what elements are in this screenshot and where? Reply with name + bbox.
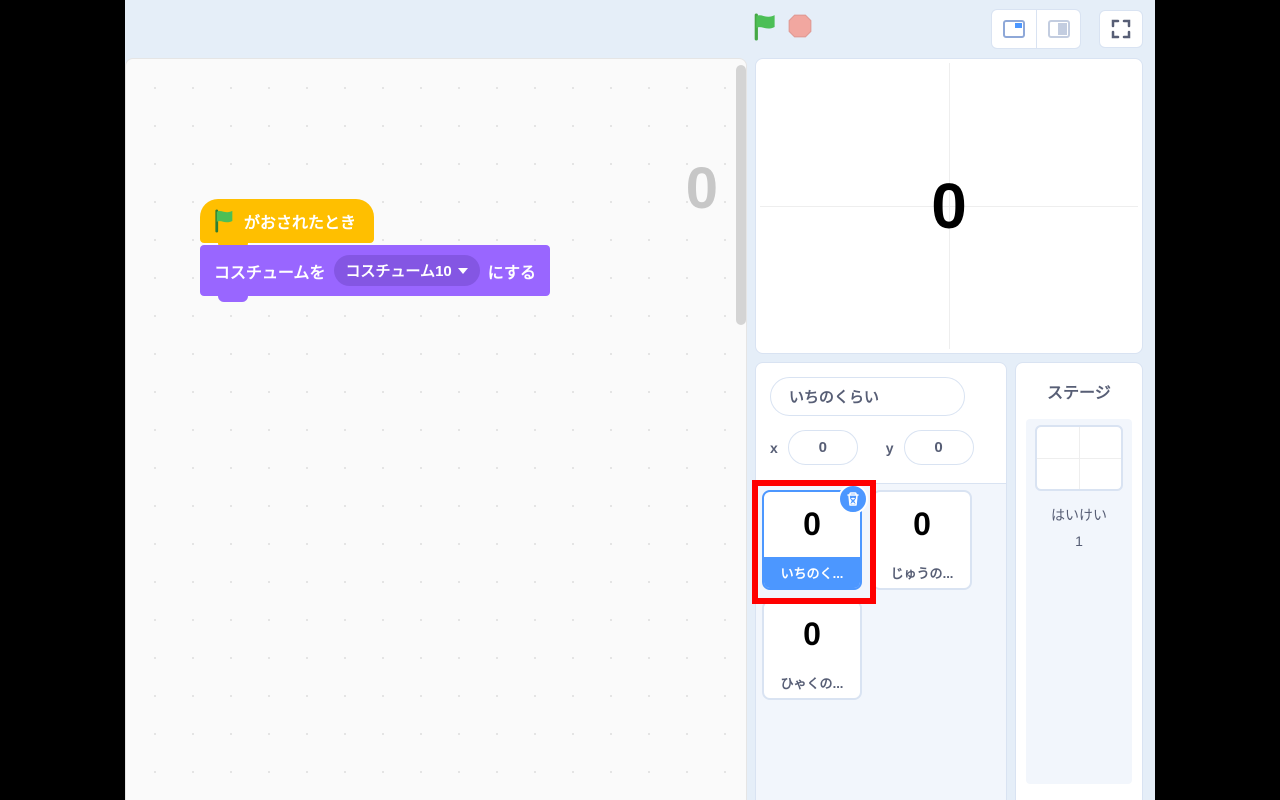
sprite-thumbnail: 0 <box>803 492 821 557</box>
sprite-y-input[interactable] <box>904 430 974 465</box>
sprite-thumbnail: 0 <box>803 602 821 667</box>
backdrop-label: はいけい <box>1051 505 1107 525</box>
sprite-info: x y <box>756 363 1006 484</box>
stage-preview[interactable]: 0 <box>755 58 1143 354</box>
block-text-prefix: コスチュームを <box>214 259 326 283</box>
sprite-list: 0 いちのく... 0 じゅうの... 0 ひゃくの... <box>756 484 1006 800</box>
fullscreen-button[interactable] <box>1099 10 1143 48</box>
topbar <box>125 0 1155 58</box>
sprite-tile-hyakunokurai[interactable]: 0 ひゃくの... <box>762 600 862 700</box>
when-flag-clicked-block[interactable]: がおされたとき <box>200 199 374 243</box>
sprite-thumbnail: 0 <box>913 492 931 557</box>
small-stage-button[interactable] <box>992 10 1036 48</box>
sprite-tile-label: ひゃくの... <box>764 667 860 698</box>
sprite-tile-juunokurai[interactable]: 0 じゅうの... <box>872 490 972 590</box>
sprite-name-input[interactable] <box>770 377 965 416</box>
sprite-panel: x y <box>755 362 1007 800</box>
right-column: 0 x y <box>755 58 1155 800</box>
stage-panel: ステージ はいけい 1 <box>1015 362 1143 800</box>
stage-sprite-display: 0 <box>931 169 967 243</box>
stop-icon[interactable] <box>787 13 813 46</box>
green-flag-icon[interactable] <box>753 13 779 46</box>
app-frame: 0 がおされたとき コスチュームを コスチューム10 にする <box>125 0 1155 800</box>
trash-icon <box>845 491 861 507</box>
block-text-suffix: にする <box>488 259 536 283</box>
stage-panel-title: ステージ <box>1047 379 1111 403</box>
hat-block-label: がおされたとき <box>244 209 356 233</box>
costume-dropdown[interactable]: コスチューム10 <box>334 255 480 286</box>
backdrop-count: 1 <box>1075 533 1083 549</box>
sprite-preview-watermark: 0 <box>686 155 718 222</box>
view-mode-toggle <box>991 9 1081 49</box>
sprite-tile-ichinokurai[interactable]: 0 いちのく... <box>762 490 862 590</box>
workspace-scrollbar[interactable] <box>736 65 746 325</box>
main-area: 0 がおされたとき コスチュームを コスチューム10 にする <box>125 58 1155 800</box>
switch-costume-block[interactable]: コスチュームを コスチューム10 にする <box>200 245 550 296</box>
backdrop-thumbnail[interactable] <box>1035 425 1123 491</box>
code-workspace[interactable]: 0 がおされたとき コスチュームを コスチューム10 にする <box>125 58 747 800</box>
sprite-x-input[interactable] <box>788 430 858 465</box>
sprite-tile-label: いちのく... <box>764 557 860 588</box>
dropdown-value: コスチューム10 <box>346 260 452 281</box>
chevron-down-icon <box>458 268 468 274</box>
y-label: y <box>886 440 894 456</box>
sprite-tile-label: じゅうの... <box>874 557 970 588</box>
block-stack[interactable]: がおされたとき コスチュームを コスチューム10 にする <box>200 199 550 296</box>
large-stage-button[interactable] <box>1036 10 1080 48</box>
delete-sprite-button[interactable] <box>838 484 868 514</box>
x-label: x <box>770 440 778 456</box>
green-flag-icon <box>214 209 236 233</box>
